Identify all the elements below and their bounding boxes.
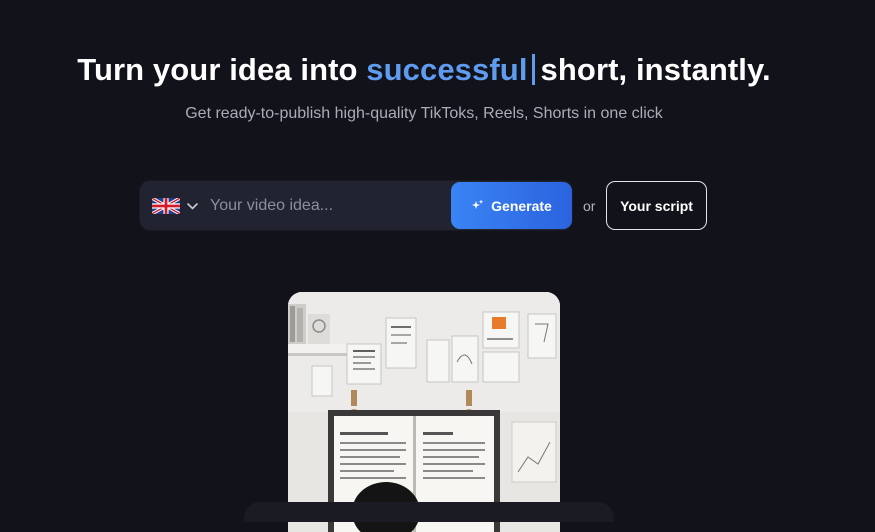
hero-subtitle: Get ready-to-publish high-quality TikTok… bbox=[185, 105, 663, 122]
text-caret bbox=[531, 54, 535, 85]
or-separator: or bbox=[583, 198, 596, 214]
bottom-panel-edge bbox=[244, 502, 614, 522]
generate-label: Generate bbox=[491, 197, 552, 214]
your-script-label: Your script bbox=[620, 197, 693, 214]
hero-title: Turn your idea into successful short, ins… bbox=[0, 52, 848, 88]
generate-button[interactable]: Generate bbox=[451, 182, 572, 229]
your-script-button[interactable]: Your script bbox=[606, 181, 707, 230]
video-preview[interactable] bbox=[288, 292, 560, 532]
title-part-1: Turn your idea into bbox=[77, 52, 367, 87]
video-preview-image bbox=[288, 292, 560, 532]
title-accent-word: successful bbox=[366, 52, 528, 87]
uk-flag-icon bbox=[152, 198, 180, 214]
language-selector[interactable] bbox=[152, 196, 198, 216]
sparkle-icon bbox=[472, 199, 484, 209]
video-idea-input[interactable] bbox=[210, 193, 445, 219]
chevron-down-icon bbox=[187, 202, 198, 210]
idea-search-bar: Generate bbox=[140, 181, 572, 230]
title-part-2: short, instantly. bbox=[540, 52, 771, 87]
